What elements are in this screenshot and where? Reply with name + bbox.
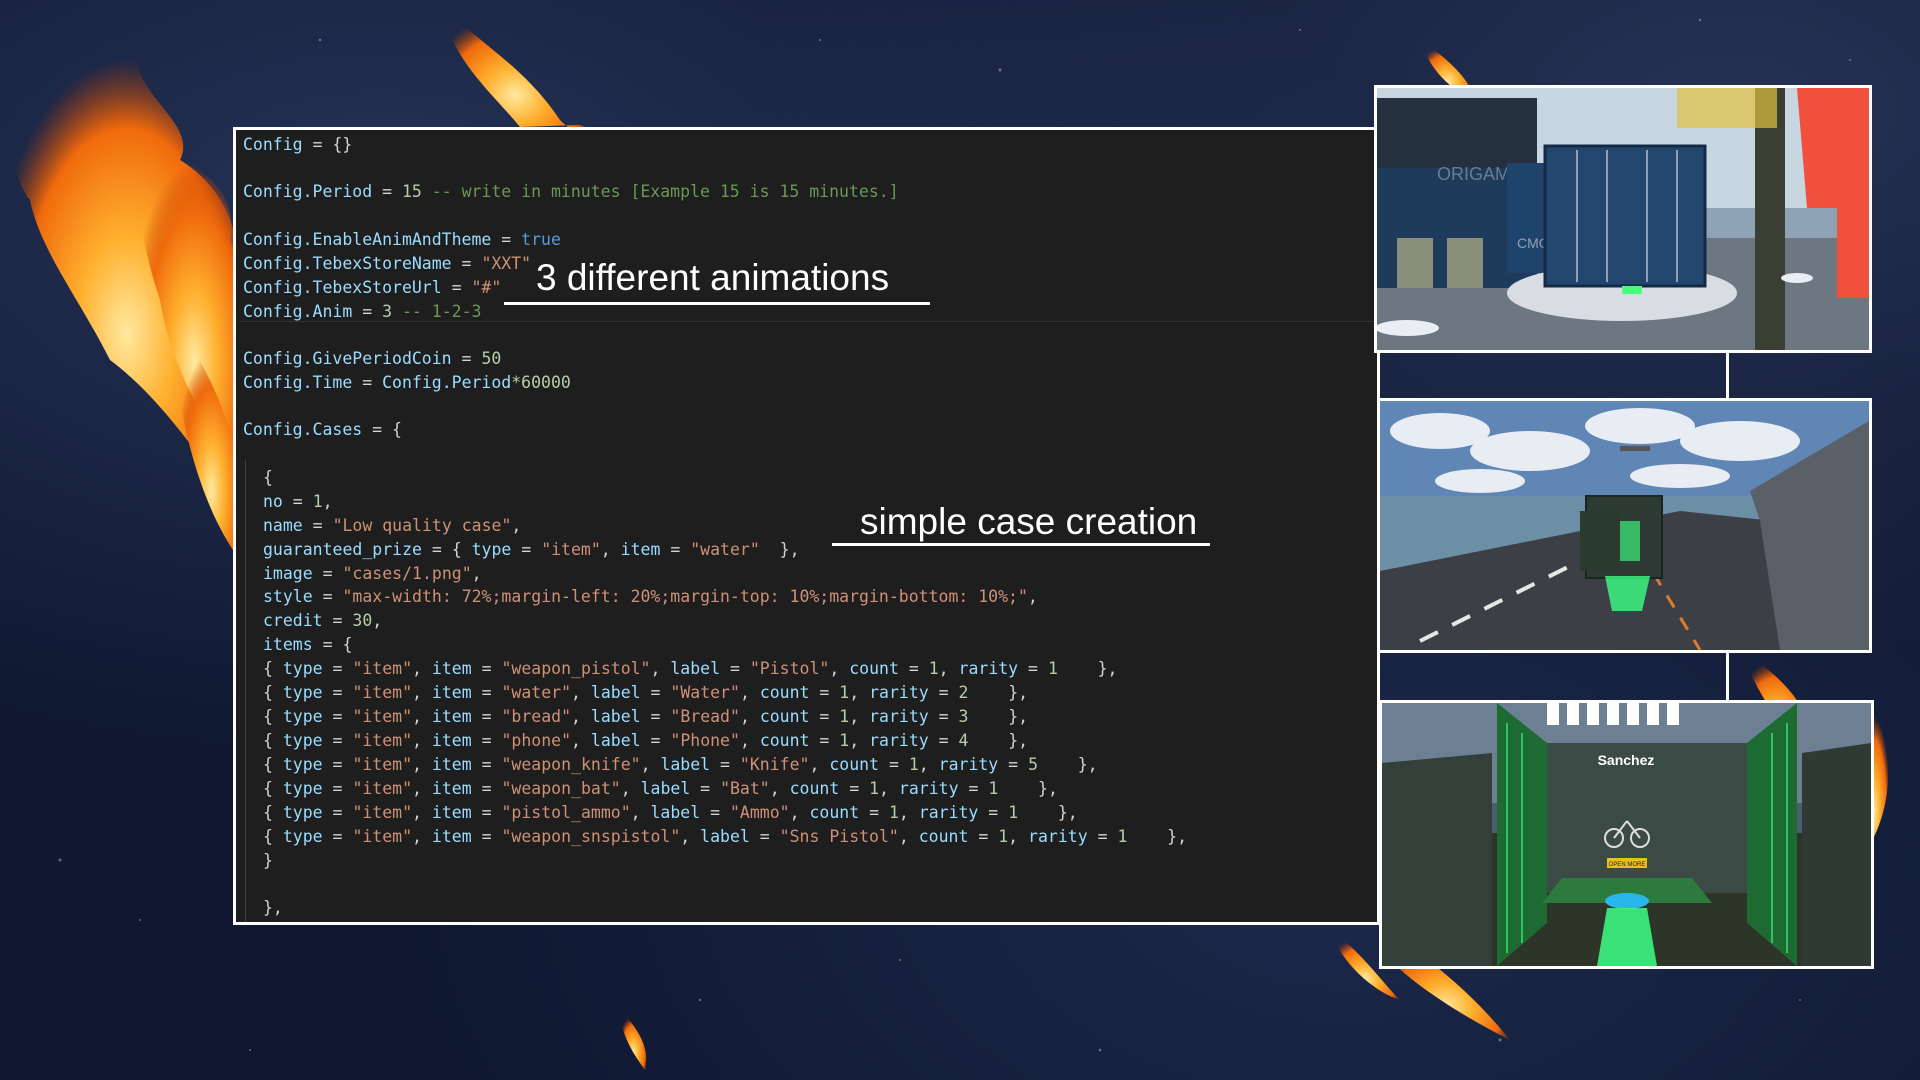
code-line-name: name = "Low quality case", [263,516,522,535]
code-line-case-open: { [263,468,273,487]
connector-line [1726,651,1729,701]
code-line-item: { type = "item", item = "weapon_knife", … [263,755,1098,774]
code-line-credit: credit = 30, [263,611,383,630]
code-line-store-name: Config.TebexStoreName = "XXT" [243,254,532,273]
code-line-item: { type = "item", item = "bread", label =… [263,707,1029,726]
code-line-case-close: }, [263,898,283,917]
code-line-items: items = { [263,635,353,654]
preview-player-name: Sanchez [1598,752,1655,768]
code-line-item: { type = "item", item = "weapon_snspisto… [263,827,1188,846]
callout-animations-underline [504,302,930,305]
code-line-item: { type = "item", item = "weapon_pistol",… [263,659,1118,678]
callout-case-creation-underline [832,543,1210,546]
code-line-give-coin: Config.GivePeriodCoin = 50 [243,349,502,368]
callout-animations: 3 different animations [536,257,890,298]
code-line-cases: Config.Cases = { [243,420,402,439]
animation-preview-container-interior: Sanchez OPEN MORE [1379,700,1874,969]
code-line-store-url: Config.TebexStoreUrl = "#" [243,278,502,297]
animation-preview-container-yard: ORIGAMON CMON [1374,85,1872,353]
code-line-item: { type = "item", item = "pistol_ammo", l… [263,803,1078,822]
indent-guide [245,460,246,922]
code-line-next-case: { [263,920,273,922]
code-line-image: image = "cases/1.png", [263,564,482,583]
code-editor: Config = {} Config.Period = 15 -- write … [233,127,1380,925]
code-line-enable-anim: Config.EnableAnimAndTheme = true [243,230,561,249]
code-line-style: style = "max-width: 72%;margin-left: 20%… [263,587,1038,606]
code-line-guaranteed: guaranteed_prize = { type = "item", item… [263,540,800,559]
code-line-item: { type = "item", item = "weapon_bat", la… [263,779,1058,798]
open-more-label: OPEN MORE [1609,862,1646,868]
code-line-item: { type = "item", item = "water", label =… [263,683,1029,702]
code-line-anim: Config.Anim = 3 -- 1-2-3 [243,302,482,321]
code-line-items-close: } [263,851,273,870]
code-line-time: Config.Time = Config.Period*60000 [243,373,571,392]
connector-line [1726,353,1729,399]
code-line-item: { type = "item", item = "phone", label =… [263,731,1029,750]
animation-preview-ship-deck [1377,398,1872,653]
code-line-no: no = 1, [263,492,333,511]
callout-case-creation: simple case creation [860,501,1198,542]
code-line-period: Config.Period = 15 -- write in minutes [… [243,182,899,201]
code-line-config: Config = {} [243,135,353,154]
